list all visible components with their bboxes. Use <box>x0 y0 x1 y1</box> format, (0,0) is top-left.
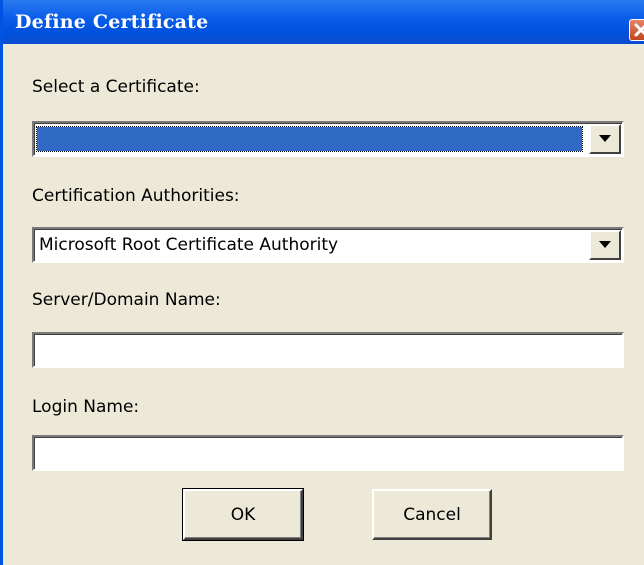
ok-button[interactable]: OK <box>182 488 304 541</box>
certificate-select[interactable] <box>32 121 624 157</box>
login-name-label: Login Name: <box>32 397 140 417</box>
certification-authorities-value: Microsoft Root Certificate Authority <box>39 235 339 255</box>
title-bar[interactable]: Define Certificate <box>3 0 644 44</box>
select-certificate-label: Select a Certificate: <box>32 77 200 97</box>
certification-authorities-select[interactable]: Microsoft Root Certificate Authority <box>32 227 624 263</box>
cancel-button[interactable]: Cancel <box>372 489 492 540</box>
chevron-down-icon <box>599 135 611 142</box>
dialog-title: Define Certificate <box>15 11 209 33</box>
close-x-icon <box>634 23 644 37</box>
authorities-dropdown-button[interactable] <box>589 230 621 260</box>
certificate-select-value <box>36 126 583 152</box>
chevron-down-icon <box>599 241 611 248</box>
certification-authorities-label: Certification Authorities: <box>32 186 240 206</box>
define-certificate-dialog: Define Certificate Select a Certificate:… <box>0 0 644 565</box>
server-domain-name-input[interactable] <box>32 332 624 368</box>
certificate-dropdown-button[interactable] <box>589 124 621 154</box>
close-button[interactable] <box>629 19 644 41</box>
login-name-input[interactable] <box>32 435 624 471</box>
server-domain-name-label: Server/Domain Name: <box>32 290 221 310</box>
